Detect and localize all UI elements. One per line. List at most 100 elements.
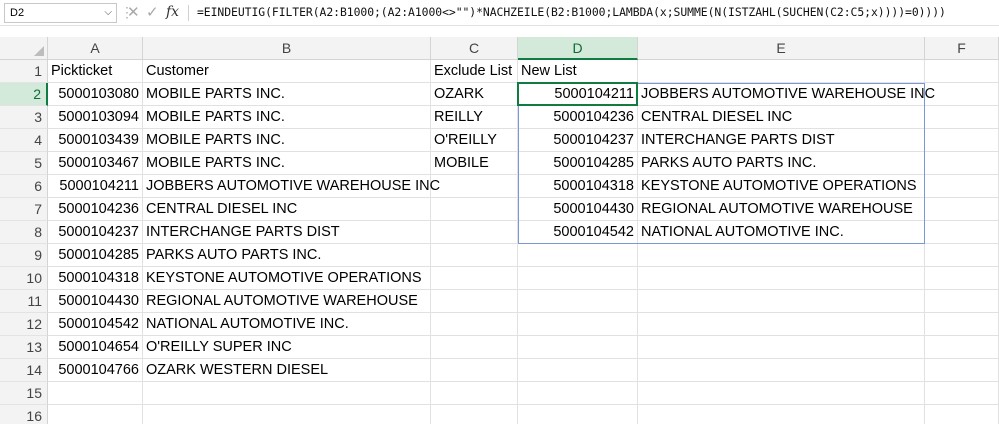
cell-a9[interactable]: 5000104285 <box>48 244 143 267</box>
cell-c8[interactable] <box>431 221 518 244</box>
cell-e5[interactable]: PARKS AUTO PARTS INC. <box>638 152 925 175</box>
cell-d8[interactable]: 5000104542 <box>518 221 638 244</box>
cell-f11[interactable] <box>925 290 999 313</box>
cell-f5[interactable] <box>925 152 999 175</box>
formula-bar-grip-icon[interactable]: ⋮ <box>120 2 134 23</box>
row-header-7[interactable]: 7 <box>0 198 48 221</box>
row-header-13[interactable]: 13 <box>0 336 48 359</box>
cell-a3[interactable]: 5000103094 <box>48 106 143 129</box>
cell-d6[interactable]: 5000104318 <box>518 175 638 198</box>
chevron-down-icon[interactable]: ⌵ <box>104 4 112 22</box>
check-icon[interactable]: ✓ <box>146 2 159 23</box>
row-header-8[interactable]: 8 <box>0 221 48 244</box>
cell-c16[interactable] <box>431 405 518 424</box>
cell-c5[interactable]: MOBILE <box>431 152 518 175</box>
cell-a10[interactable]: 5000104318 <box>48 267 143 290</box>
cell-a13[interactable]: 5000104654 <box>48 336 143 359</box>
cell-f16[interactable] <box>925 405 999 424</box>
cell-b15[interactable] <box>143 382 431 405</box>
cell-c11[interactable] <box>431 290 518 313</box>
cell-e16[interactable] <box>638 405 925 424</box>
cell-f13[interactable] <box>925 336 999 359</box>
cell-f2[interactable] <box>925 83 999 106</box>
column-header-a[interactable]: A <box>48 37 143 60</box>
cell-f4[interactable] <box>925 129 999 152</box>
cell-f7[interactable] <box>925 198 999 221</box>
row-header-1[interactable]: 1 <box>0 60 48 83</box>
row-header-2[interactable]: 2 <box>0 83 48 106</box>
cell-d1[interactable]: New List <box>518 60 638 83</box>
cell-b12[interactable]: NATIONAL AUTOMOTIVE INC. <box>143 313 431 336</box>
cell-d4[interactable]: 5000104237 <box>518 129 638 152</box>
cell-b1[interactable]: Customer <box>143 60 431 83</box>
cell-a5[interactable]: 5000103467 <box>48 152 143 175</box>
cell-b14[interactable]: OZARK WESTERN DIESEL <box>143 359 431 382</box>
cell-c3[interactable]: REILLY <box>431 106 518 129</box>
cell-d12[interactable] <box>518 313 638 336</box>
cell-d5[interactable]: 5000104285 <box>518 152 638 175</box>
cell-c13[interactable] <box>431 336 518 359</box>
cell-e9[interactable] <box>638 244 925 267</box>
cell-c14[interactable] <box>431 359 518 382</box>
formula-input[interactable]: =EINDEUTIG(FILTER(A2:B1000;(A2:A1000<>""… <box>197 0 946 26</box>
cell-a8[interactable]: 5000104237 <box>48 221 143 244</box>
row-header-11[interactable]: 11 <box>0 290 48 313</box>
cell-a11[interactable]: 5000104430 <box>48 290 143 313</box>
cell-e1[interactable] <box>638 60 925 83</box>
cell-f3[interactable] <box>925 106 999 129</box>
cell-a14[interactable]: 5000104766 <box>48 359 143 382</box>
cell-b5[interactable]: MOBILE PARTS INC. <box>143 152 431 175</box>
cell-d13[interactable] <box>518 336 638 359</box>
cell-e4[interactable]: INTERCHANGE PARTS DIST <box>638 129 925 152</box>
row-header-10[interactable]: 10 <box>0 267 48 290</box>
cell-a6[interactable]: 5000104211 <box>48 175 143 198</box>
fx-icon[interactable]: fx <box>166 2 179 23</box>
cell-d16[interactable] <box>518 405 638 424</box>
cell-b11[interactable]: REGIONAL AUTOMOTIVE WAREHOUSE <box>143 290 431 313</box>
name-box[interactable]: D2 ⌵ <box>4 3 117 23</box>
cell-f9[interactable] <box>925 244 999 267</box>
cell-c7[interactable] <box>431 198 518 221</box>
row-header-3[interactable]: 3 <box>0 106 48 129</box>
cell-e6[interactable]: KEYSTONE AUTOMOTIVE OPERATIONS <box>638 175 925 198</box>
cell-d15[interactable] <box>518 382 638 405</box>
cell-c1[interactable]: Exclude List <box>431 60 518 83</box>
cell-c6[interactable] <box>431 175 518 198</box>
cell-e2[interactable]: JOBBERS AUTOMOTIVE WAREHOUSE INC <box>638 83 935 106</box>
cell-a4[interactable]: 5000103439 <box>48 129 143 152</box>
row-header-16[interactable]: 16 <box>0 405 48 424</box>
cell-c2[interactable]: OZARK <box>431 83 518 106</box>
cell-d10[interactable] <box>518 267 638 290</box>
cell-a16[interactable] <box>48 405 143 424</box>
row-header-15[interactable]: 15 <box>0 382 48 405</box>
row-header-6[interactable]: 6 <box>0 175 48 198</box>
cell-e12[interactable] <box>638 313 925 336</box>
cell-e11[interactable] <box>638 290 925 313</box>
cell-b10[interactable]: KEYSTONE AUTOMOTIVE OPERATIONS <box>143 267 431 290</box>
cell-f12[interactable] <box>925 313 999 336</box>
cell-b4[interactable]: MOBILE PARTS INC. <box>143 129 431 152</box>
cell-b7[interactable]: CENTRAL DIESEL INC <box>143 198 431 221</box>
cell-b9[interactable]: PARKS AUTO PARTS INC. <box>143 244 431 267</box>
cell-c10[interactable] <box>431 267 518 290</box>
cell-e14[interactable] <box>638 359 925 382</box>
cell-a1[interactable]: Pickticket <box>48 60 143 83</box>
cell-d14[interactable] <box>518 359 638 382</box>
cell-c9[interactable] <box>431 244 518 267</box>
cell-c4[interactable]: O'REILLY <box>431 129 518 152</box>
cell-c15[interactable] <box>431 382 518 405</box>
cell-b8[interactable]: INTERCHANGE PARTS DIST <box>143 221 431 244</box>
column-header-e[interactable]: E <box>638 37 925 60</box>
select-all-button[interactable] <box>0 37 48 60</box>
cell-b2[interactable]: MOBILE PARTS INC. <box>143 83 431 106</box>
cell-c12[interactable] <box>431 313 518 336</box>
cell-e3[interactable]: CENTRAL DIESEL INC <box>638 106 925 129</box>
column-header-f[interactable]: F <box>925 37 999 60</box>
cell-a7[interactable]: 5000104236 <box>48 198 143 221</box>
row-header-14[interactable]: 14 <box>0 359 48 382</box>
cell-a2[interactable]: 5000103080 <box>48 83 143 106</box>
column-header-c[interactable]: C <box>431 37 518 60</box>
cell-f6[interactable] <box>925 175 999 198</box>
cell-d2[interactable]: 5000104211 <box>518 83 638 106</box>
cell-f10[interactable] <box>925 267 999 290</box>
